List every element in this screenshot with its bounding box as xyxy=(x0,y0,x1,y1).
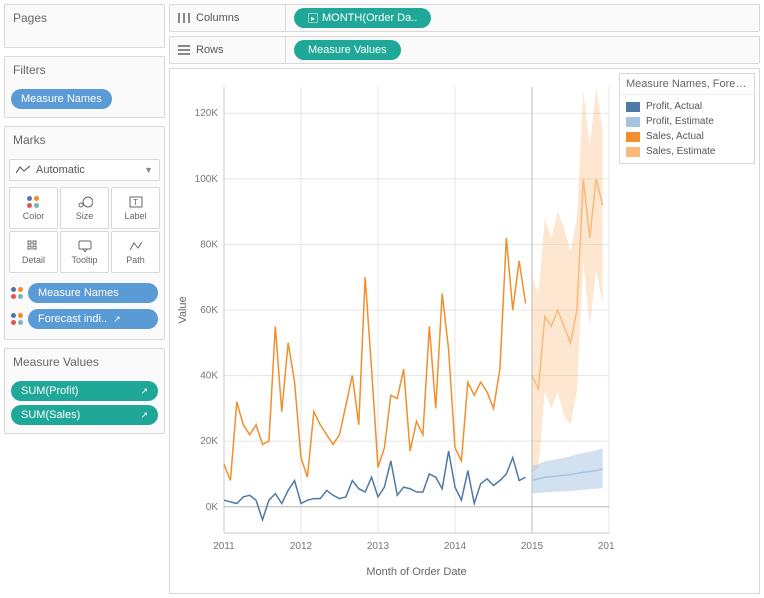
legend-swatch xyxy=(626,102,640,112)
filters-shelf[interactable]: Filters Measure Names xyxy=(4,56,165,118)
legend-swatch xyxy=(626,117,640,127)
svg-text:2013: 2013 xyxy=(367,541,390,552)
svg-text:2011: 2011 xyxy=(213,541,235,552)
legend-item[interactable]: Sales, Estimate xyxy=(626,144,748,159)
svg-text:T: T xyxy=(133,198,138,207)
marks-pill-forecast[interactable]: Forecast indi..↗ xyxy=(28,309,158,329)
svg-text:40K: 40K xyxy=(200,371,218,382)
label-icon: T xyxy=(128,195,144,209)
svg-text:Value: Value xyxy=(177,296,189,323)
legend-item[interactable]: Sales, Actual xyxy=(626,129,748,144)
chevron-down-icon: ▼ xyxy=(144,165,153,175)
forecast-icon: ↗ xyxy=(113,314,121,325)
svg-text:60K: 60K xyxy=(200,305,218,316)
marks-shelf: Marks Automatic ▼ Color Size T xyxy=(4,126,165,340)
svg-text:0K: 0K xyxy=(206,502,219,513)
color-icon-small xyxy=(11,287,24,300)
marks-type-select[interactable]: Automatic ▼ xyxy=(9,159,160,181)
color-icon xyxy=(27,196,40,209)
legend-swatch xyxy=(626,147,640,157)
pages-title: Pages xyxy=(5,5,164,33)
detail-icon xyxy=(26,239,42,253)
svg-text:100K: 100K xyxy=(195,174,219,185)
marks-card-color[interactable]: Color xyxy=(9,187,58,229)
columns-shelf[interactable]: Columns ▸MONTH(Order Da.. xyxy=(169,4,760,32)
svg-text:80K: 80K xyxy=(200,239,218,250)
rows-pill[interactable]: Measure Values xyxy=(294,40,401,60)
measure-values-shelf[interactable]: Measure Values SUM(Profit)↗ SUM(Sales)↗ xyxy=(4,348,165,434)
marks-card-label[interactable]: T Label xyxy=(111,187,160,229)
filters-title: Filters xyxy=(5,57,164,85)
legend[interactable]: Measure Names, Forec... Profit, ActualPr… xyxy=(619,73,755,164)
svg-text:2012: 2012 xyxy=(290,541,313,552)
marks-card-path[interactable]: Path xyxy=(111,231,160,273)
pages-shelf[interactable]: Pages xyxy=(4,4,165,48)
filter-pill-measure-names[interactable]: Measure Names xyxy=(11,89,112,109)
legend-title: Measure Names, Forec... xyxy=(620,74,754,95)
marks-pill-measure-names[interactable]: Measure Names xyxy=(28,283,158,303)
legend-item[interactable]: Profit, Actual xyxy=(626,99,748,114)
svg-text:2015: 2015 xyxy=(521,541,544,552)
svg-text:2014: 2014 xyxy=(444,541,467,552)
marks-card-detail[interactable]: Detail xyxy=(9,231,58,273)
legend-item[interactable]: Profit, Estimate xyxy=(626,114,748,129)
forecast-icon: ↗ xyxy=(140,386,148,397)
legend-swatch xyxy=(626,132,640,142)
columns-pill[interactable]: ▸MONTH(Order Da.. xyxy=(294,8,431,28)
expand-icon: ▸ xyxy=(308,13,318,23)
path-icon xyxy=(128,239,144,253)
svg-text:Month of Order Date: Month of Order Date xyxy=(366,566,466,578)
measure-values-title: Measure Values xyxy=(5,349,164,377)
tooltip-icon xyxy=(77,239,93,253)
size-icon xyxy=(77,195,93,209)
svg-text:2016: 2016 xyxy=(598,541,615,552)
chart[interactable]: 0K 20K 40K 60K 80K 100K 120K 2011 2012 2013 2014 20… xyxy=(170,69,615,593)
svg-text:120K: 120K xyxy=(195,108,219,119)
marks-card-size[interactable]: Size xyxy=(60,187,109,229)
marks-card-tooltip[interactable]: Tooltip xyxy=(60,231,109,273)
rows-icon xyxy=(178,45,190,55)
columns-icon xyxy=(178,13,190,23)
mv-pill-profit[interactable]: SUM(Profit)↗ xyxy=(11,381,158,401)
rows-shelf[interactable]: Rows Measure Values xyxy=(169,36,760,64)
color-icon-small xyxy=(11,313,24,326)
mv-pill-sales[interactable]: SUM(Sales)↗ xyxy=(11,405,158,425)
marks-title: Marks xyxy=(5,127,164,155)
svg-text:20K: 20K xyxy=(200,436,218,447)
line-icon xyxy=(16,165,30,175)
forecast-icon: ↗ xyxy=(140,410,148,421)
